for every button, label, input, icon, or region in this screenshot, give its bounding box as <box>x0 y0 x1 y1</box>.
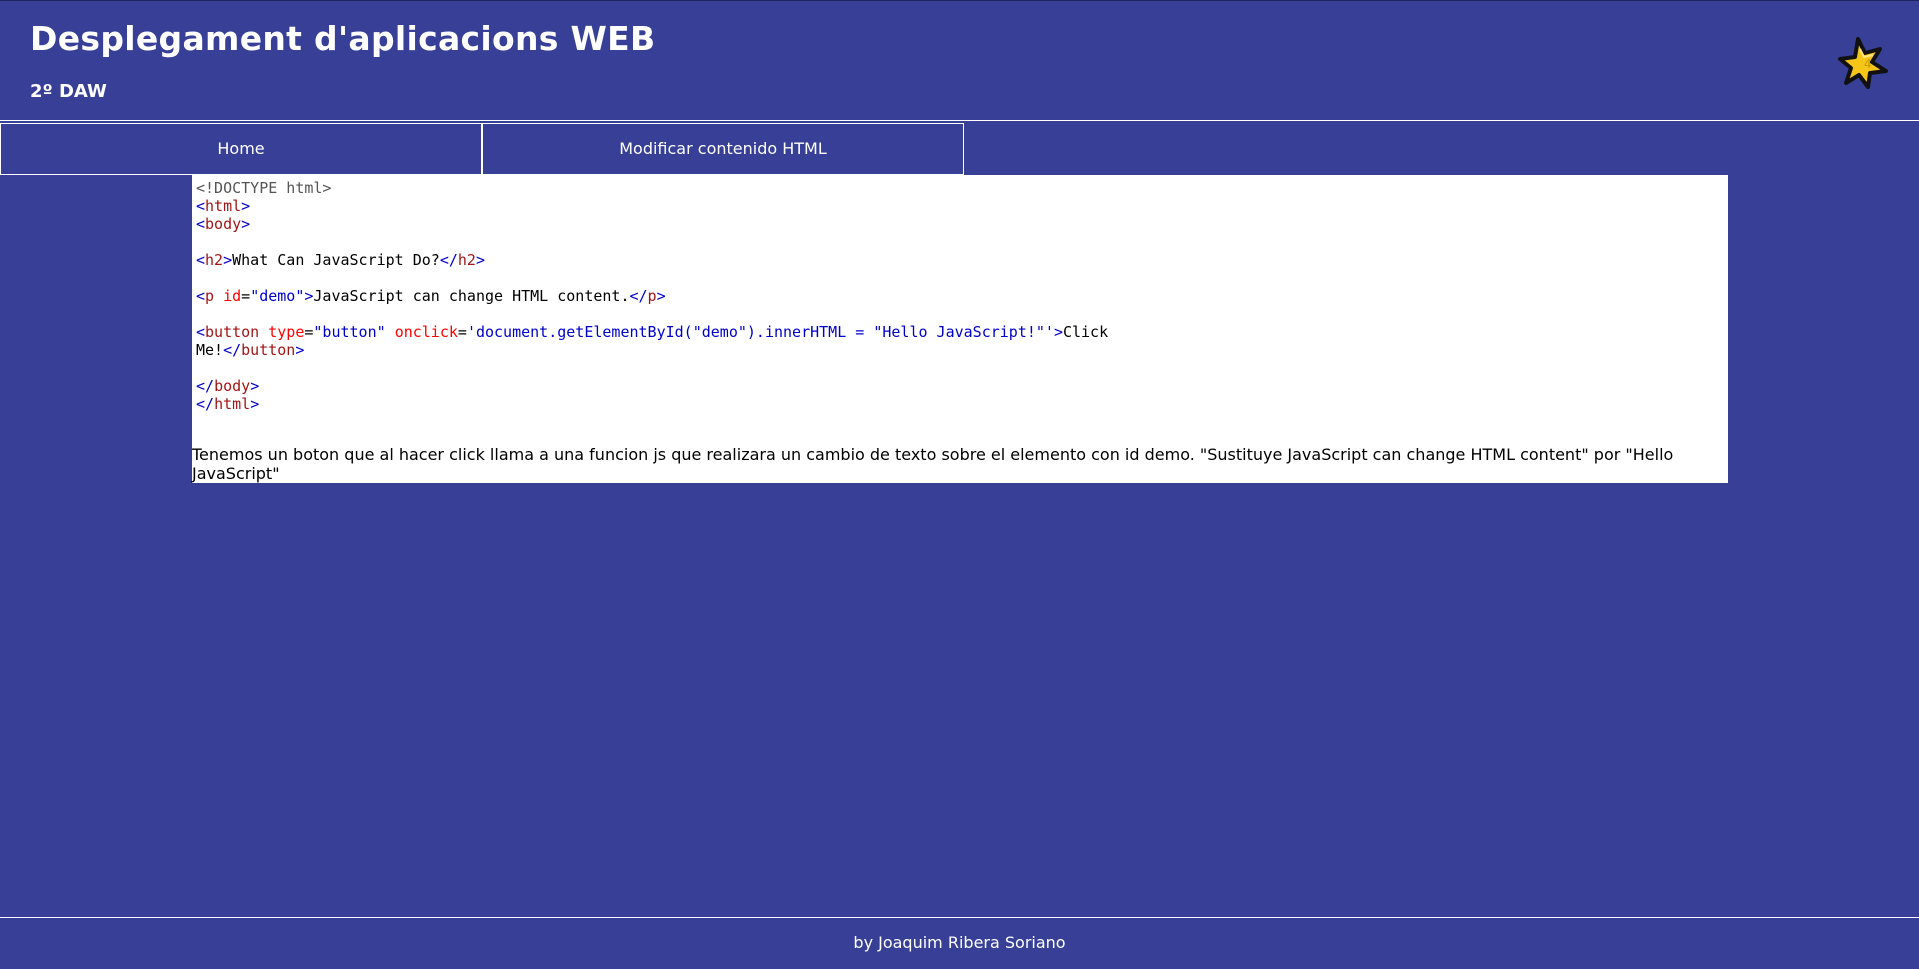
code-button-text-1: Click <box>1062 323 1109 341</box>
code-p-text: JavaScript can change HTML content. <box>313 287 630 305</box>
content-panel: <!DOCTYPE html> <html> <body> <h2>What C… <box>192 175 1728 483</box>
star-logo-icon: 4 <box>1838 37 1888 89</box>
svg-text:4: 4 <box>1864 57 1872 71</box>
nav-item-modificar-contenido[interactable]: Modificar contenido HTML <box>482 123 964 175</box>
code-button-text-2: Me! <box>196 341 224 359</box>
site-footer: by Joaquim Ribera Soriano <box>0 917 1919 969</box>
code-button-type: "button" <box>313 323 386 341</box>
code-p-id: "demo" <box>250 287 305 305</box>
code-block: <!DOCTYPE html> <html> <body> <h2>What C… <box>196 179 1109 413</box>
description-text: Tenemos un boton que al hacer click llam… <box>192 445 1674 483</box>
code-doctype: <!DOCTYPE html> <box>196 179 332 197</box>
site-title: Desplegament d'aplicacions WEB <box>30 19 656 58</box>
site-header: Desplegament d'aplicacions WEB 2º DAW 4 <box>0 0 1919 121</box>
nav-item-home[interactable]: Home <box>0 123 482 175</box>
code-h2-text: What Can JavaScript Do? <box>232 251 440 269</box>
site-subtitle: 2º DAW <box>30 81 107 102</box>
code-onclick-value: 'document.getElementById("demo").innerHT… <box>466 323 1054 341</box>
